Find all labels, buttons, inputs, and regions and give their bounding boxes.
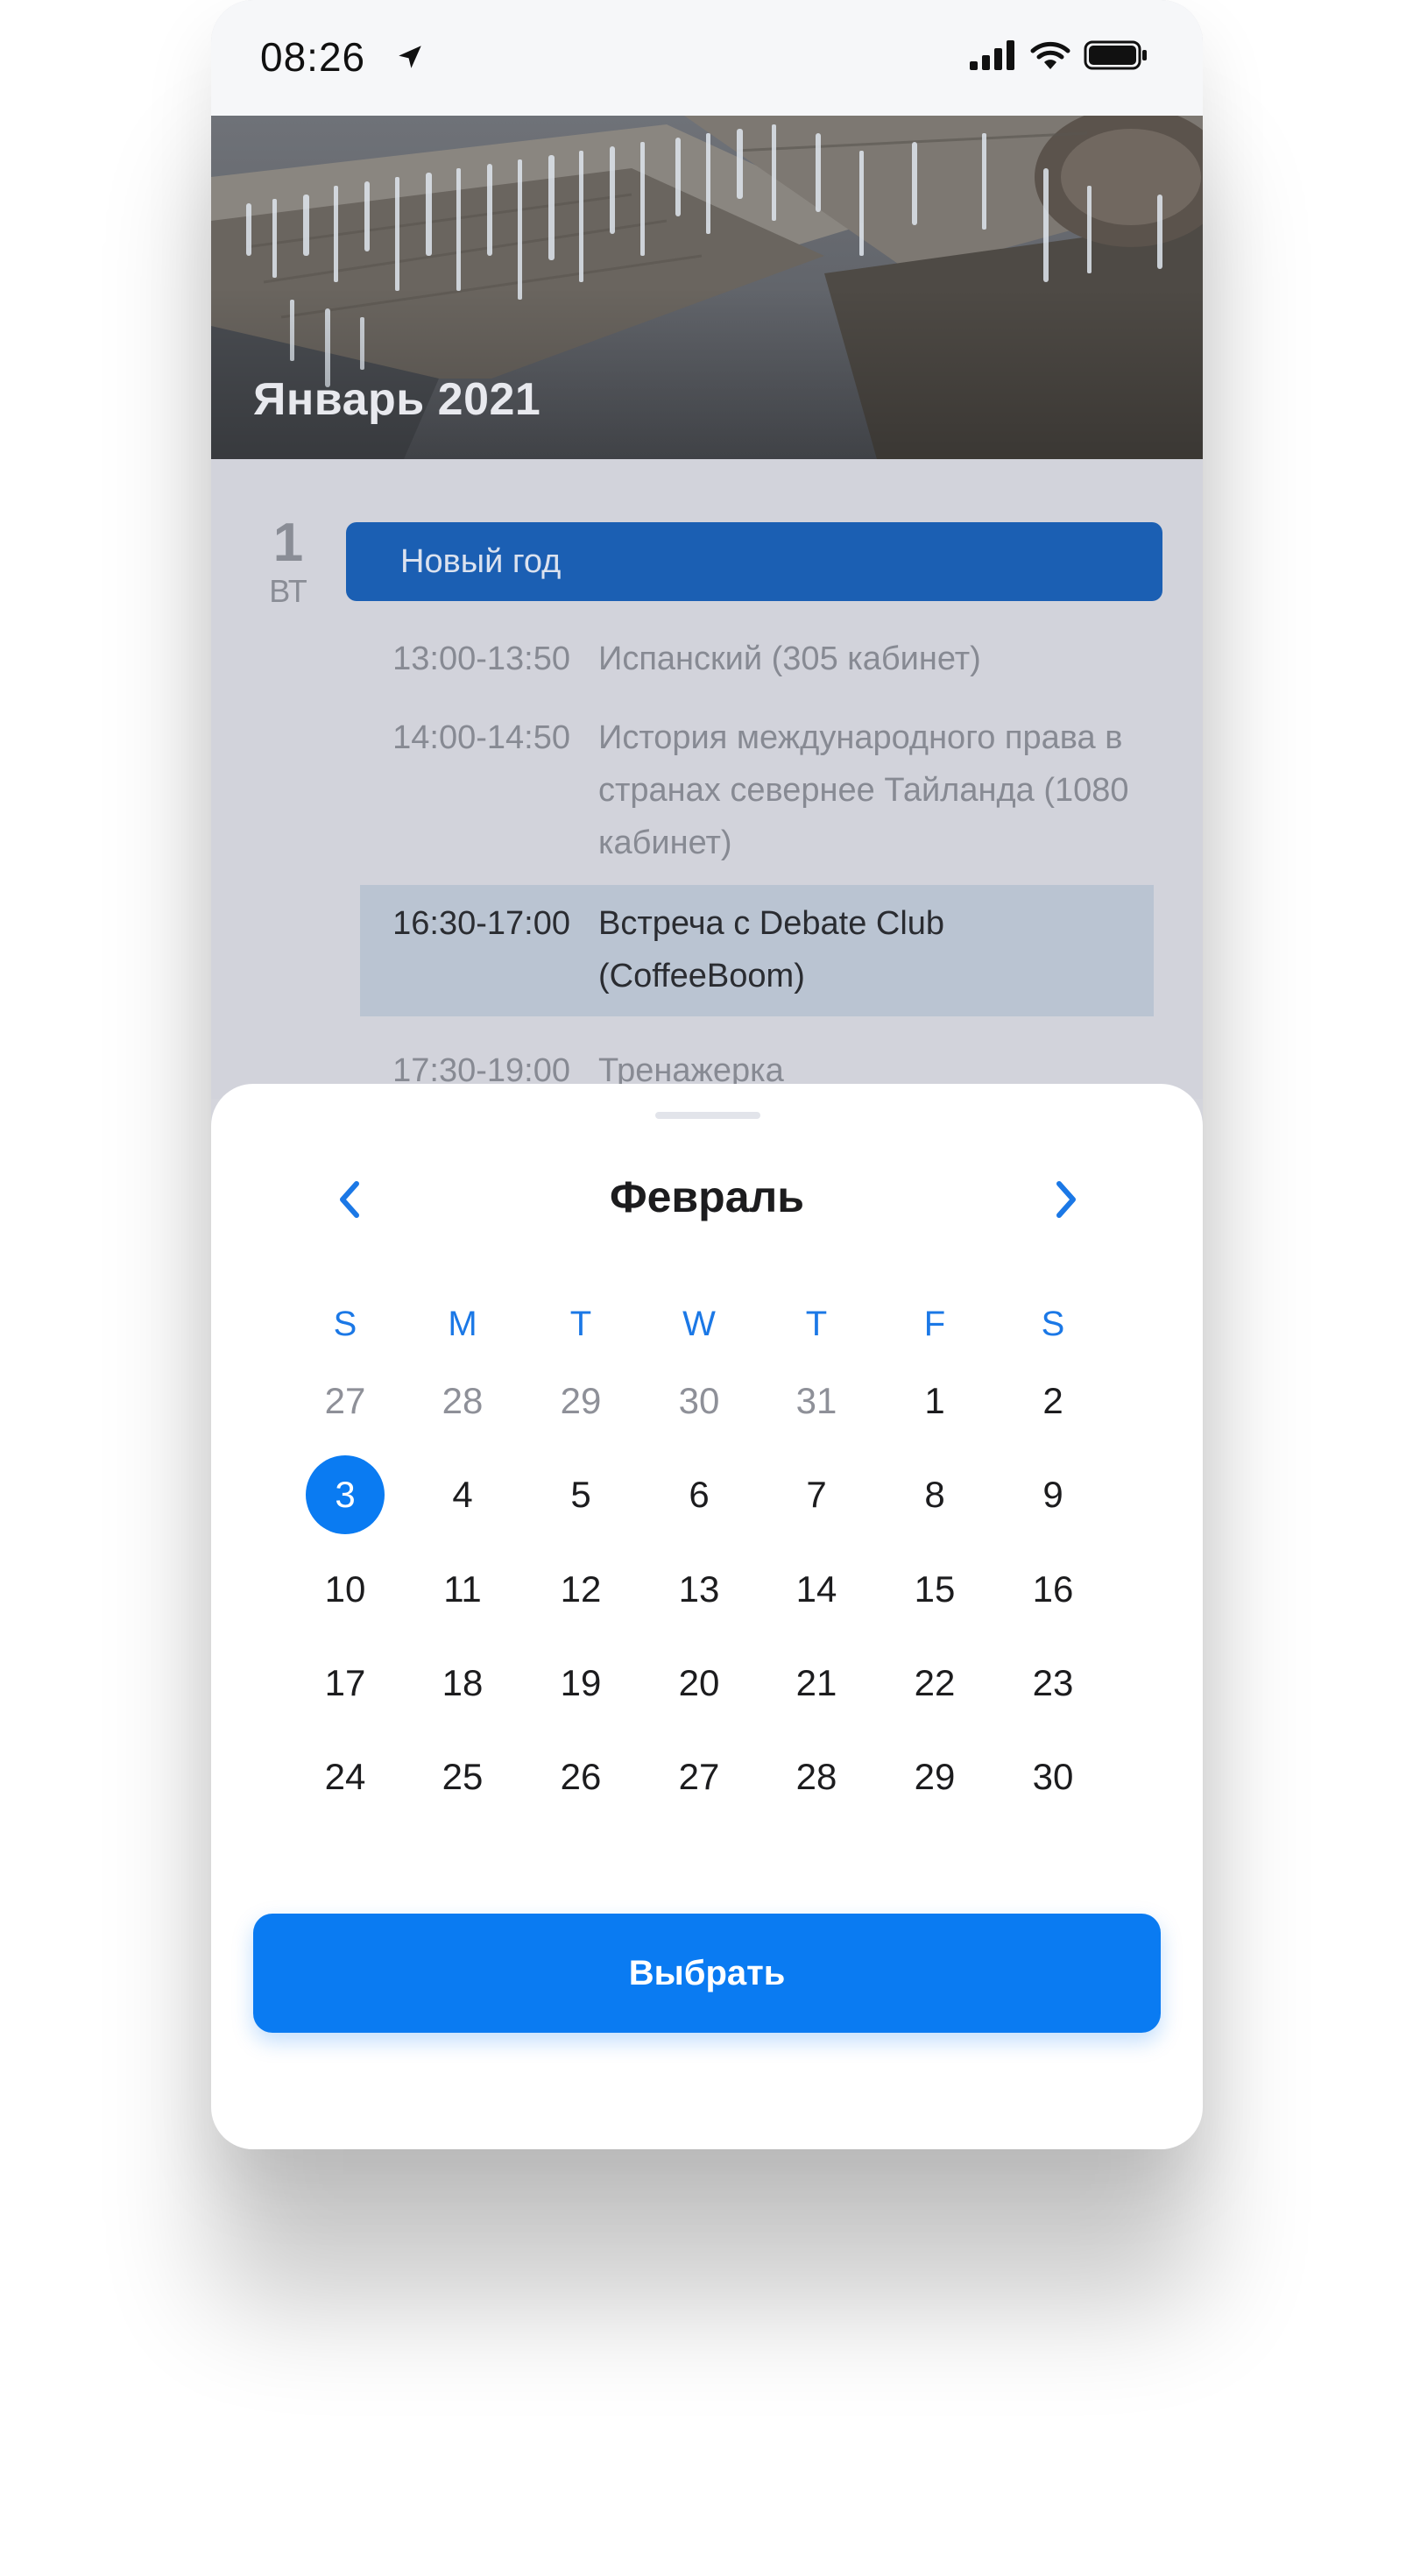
next-month-button[interactable] <box>1038 1171 1094 1228</box>
date-picker-sheet: Февраль SMTWTFS 27 28 29 30 31 1 2 3 4 5 6 7 8 9 10 11 1… <box>211 1084 1203 2149</box>
calendar-day[interactable]: 8 <box>895 1455 974 1534</box>
calendar-day[interactable]: 19 <box>541 1644 620 1723</box>
calendar-day[interactable]: 26 <box>541 1737 620 1816</box>
status-time: 08:26 <box>260 34 366 80</box>
weekday-label: T <box>805 1305 828 1343</box>
calendar-day[interactable]: 12 <box>541 1550 620 1629</box>
select-date-button[interactable]: Выбрать <box>253 1914 1161 2033</box>
calendar-day-selected[interactable]: 3 <box>306 1455 385 1534</box>
calendar-day[interactable]: 18 <box>423 1644 502 1723</box>
weekday-label: F <box>923 1305 946 1343</box>
calendar-day[interactable]: 14 <box>777 1550 856 1629</box>
calendar-day[interactable]: 28 <box>777 1737 856 1816</box>
calendar-day[interactable]: 15 <box>895 1550 974 1629</box>
chevron-right-icon <box>1056 1181 1076 1218</box>
event-name: Испанский (305 кабинет) <box>598 640 981 677</box>
holiday-label: Новый год <box>400 542 562 580</box>
signal-icon <box>970 40 1014 70</box>
header-month-title: Январь 2021 <box>253 374 541 425</box>
event-name: Встреча с Debate Club (CoffeeBoom) <box>598 905 945 994</box>
weekday-label: S <box>1041 1305 1065 1343</box>
calendar-day[interactable]: 10 <box>306 1550 385 1629</box>
location-arrow-icon <box>399 46 421 68</box>
calendar-day[interactable]: 1 <box>895 1362 974 1440</box>
calendar-day[interactable]: 13 <box>660 1550 738 1629</box>
battery-icon <box>1084 40 1147 70</box>
calendar-day[interactable]: 5 <box>541 1455 620 1534</box>
day-weekday: ВТ <box>269 573 307 609</box>
calendar-day[interactable]: 23 <box>1014 1644 1092 1723</box>
weekday-label: W <box>682 1305 716 1343</box>
calendar-day[interactable]: 16 <box>1014 1550 1092 1629</box>
weekday-label: T <box>569 1305 592 1343</box>
weekday-label: M <box>448 1305 477 1343</box>
calendar-day[interactable]: 30 <box>1014 1737 1092 1816</box>
month-header-image: Январь 2021 <box>211 116 1203 459</box>
calendar-day[interactable]: 20 <box>660 1644 738 1723</box>
sheet-drag-handle[interactable] <box>655 1112 760 1119</box>
weekday-header-row: SMTWTFS <box>211 1305 1203 1357</box>
calendar-day[interactable]: 9 <box>1014 1455 1092 1534</box>
calendar-day[interactable]: 22 <box>895 1644 974 1723</box>
event-name: История международного права в странах с… <box>598 719 1129 861</box>
calendar-day[interactable]: 31 <box>777 1362 856 1440</box>
calendar-day[interactable]: 6 <box>660 1455 738 1534</box>
event-row-highlighted[interactable]: 16:30-17:00 Встреча с Debate Club (Coffe… <box>360 885 1154 1016</box>
calendar-day[interactable]: 27 <box>306 1362 385 1440</box>
status-bar: 08:26 <box>211 0 1203 116</box>
calendar-day[interactable]: 30 <box>660 1362 738 1440</box>
calendar-day[interactable]: 7 <box>777 1455 856 1534</box>
calendar-day[interactable]: 2 <box>1014 1362 1092 1440</box>
calendar-day[interactable]: 28 <box>423 1362 502 1440</box>
weekday-label: S <box>333 1305 357 1343</box>
calendar-day[interactable]: 29 <box>541 1362 620 1440</box>
calendar-day[interactable]: 11 <box>423 1550 502 1629</box>
phone-frame: 08:26 Январь 2021 1 ВТ Новый год 13:00-1… <box>211 0 1203 2149</box>
event-row[interactable]: 13:00-13:50 Испанский (305 кабинет) <box>360 633 1154 685</box>
event-row[interactable]: 14:00-14:50 История международного права… <box>360 711 1154 869</box>
calendar-day[interactable]: 24 <box>306 1737 385 1816</box>
calendar-day[interactable]: 27 <box>660 1737 738 1816</box>
calendar-day[interactable]: 17 <box>306 1644 385 1723</box>
event-time: 13:00-13:50 <box>392 640 570 677</box>
day-schedule: 1 ВТ Новый год 13:00-13:50 Испанский (30… <box>211 459 1203 1099</box>
calendar-day[interactable]: 4 <box>423 1455 502 1534</box>
day-number: 1 <box>272 513 304 573</box>
status-icons <box>970 40 1148 70</box>
holiday-banner[interactable]: Новый год <box>346 522 1162 601</box>
event-time: 16:30-17:00 <box>392 905 570 942</box>
calendar-day[interactable]: 29 <box>895 1737 974 1816</box>
calendar-day[interactable]: 25 <box>423 1737 502 1816</box>
event-time: 14:00-14:50 <box>392 719 570 756</box>
calendar-day[interactable]: 21 <box>777 1644 856 1723</box>
wifi-icon <box>1030 41 1070 69</box>
